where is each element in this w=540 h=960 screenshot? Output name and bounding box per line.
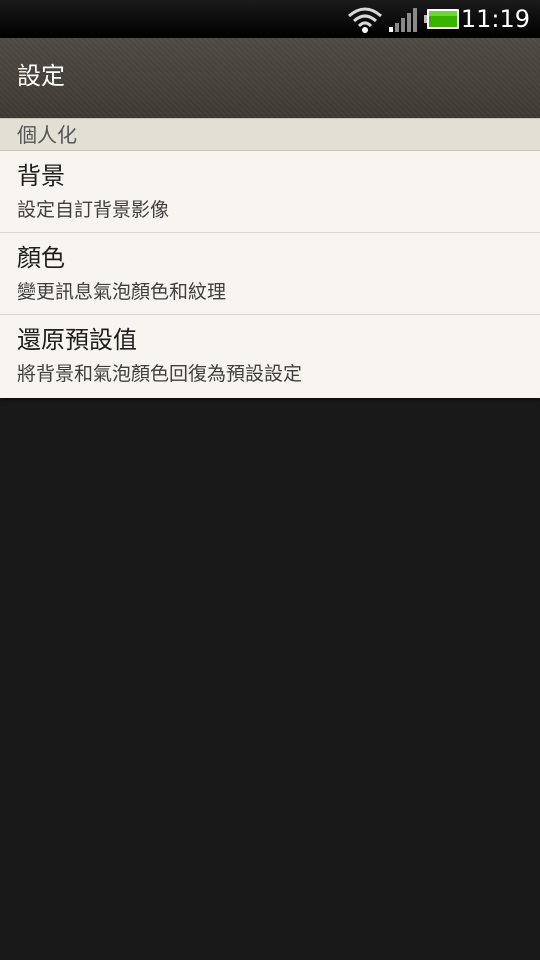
item-title: 背景 (17, 162, 65, 190)
item-title: 還原預設值 (17, 326, 137, 354)
item-title: 顏色 (17, 244, 65, 272)
list-item-background[interactable]: 背景 設定自訂背景影像 (0, 151, 540, 233)
list-item-restore-defaults[interactable]: 還原預設值 將背景和氣泡顏色回復為預設設定 (0, 315, 540, 397)
item-subtitle: 變更訊息氣泡顏色和紋理 (17, 281, 227, 303)
status-bar: 11:19 (0, 0, 540, 38)
wifi-icon (348, 7, 382, 33)
settings-list: 個人化 背景 設定自訂背景影像 顏色 變更訊息氣泡顏色和紋理 還原預設值 將背景… (0, 118, 540, 398)
list-item-color[interactable]: 顏色 變更訊息氣泡顏色和紋理 (0, 233, 540, 315)
section-header-personalization: 個人化 (0, 118, 540, 151)
page-title: 設定 (17, 62, 65, 90)
status-time: 11:19 (460, 5, 530, 33)
title-bar: 設定 (0, 38, 540, 119)
item-subtitle: 將背景和氣泡顏色回復為預設設定 (17, 363, 303, 385)
screen: 11:19 設定 個人化 背景 設定自訂背景影像 顏色 變更訊息氣泡顏色和紋理 … (0, 0, 540, 960)
battery-icon (424, 9, 459, 29)
signal-icon (389, 8, 417, 32)
item-subtitle: 設定自訂背景影像 (17, 199, 170, 221)
section-header-label: 個人化 (17, 123, 77, 147)
